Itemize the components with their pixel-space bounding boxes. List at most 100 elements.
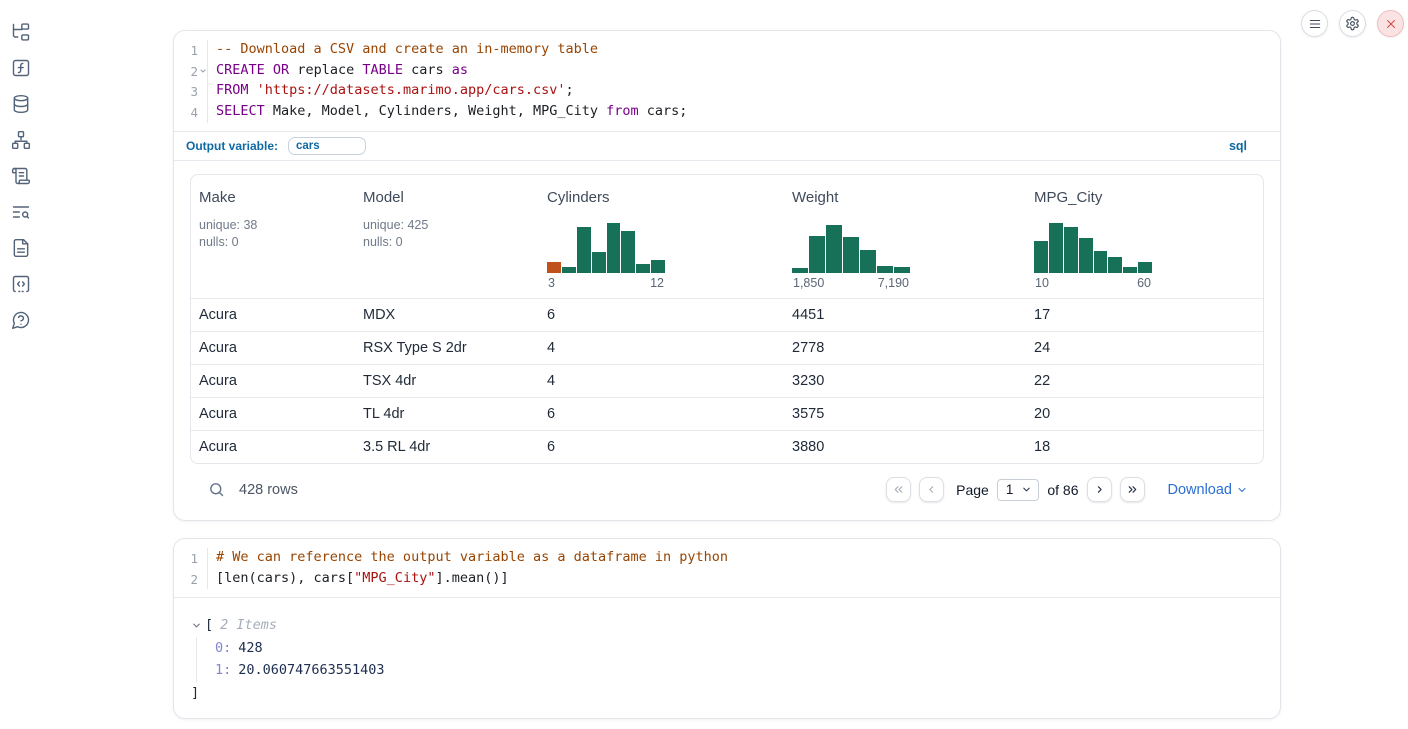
histogram-bar <box>1108 257 1122 273</box>
scroll-icon[interactable] <box>11 166 31 186</box>
output-variable-input[interactable] <box>288 137 366 155</box>
code-line[interactable]: 1 -- Download a CSV and create an in-memo… <box>174 40 1280 61</box>
table-row[interactable]: AcuraRSX Type S 2dr4277824 <box>191 331 1263 364</box>
next-page-button[interactable] <box>1087 477 1112 502</box>
code-line[interactable]: 2[len(cars), cars["MPG_City"].mean()] <box>174 569 1280 590</box>
table-cell: Acura <box>191 307 355 323</box>
column-unique-stat: unique: 38 <box>199 217 347 234</box>
chevrons-right-icon <box>1126 483 1139 496</box>
fold-gutter <box>198 548 207 569</box>
shutdown-button[interactable] <box>1377 10 1404 37</box>
cylinders-histogram: 312 <box>547 221 665 290</box>
code-line[interactable]: 2 CREATE OR replace TABLE cars as <box>174 61 1280 82</box>
page-total: of 86 <box>1047 482 1078 498</box>
histogram-bar <box>562 267 576 273</box>
table-header: Make unique: 38 nulls: 0 Model unique: 4… <box>191 175 1263 298</box>
table-cell: 3880 <box>784 439 1026 455</box>
pagination: Page 1 of 86 Download <box>886 477 1248 502</box>
histogram-bar <box>651 260 665 273</box>
histogram-bar <box>809 236 825 273</box>
line-number: 2 <box>174 61 198 82</box>
line-number: 1 <box>174 40 198 61</box>
database-icon[interactable] <box>11 94 31 114</box>
mpg-city-histogram: 10 60 <box>1034 221 1152 290</box>
fold-gutter <box>198 81 207 102</box>
column-header-model[interactable]: Model unique: 425 nulls: 0 <box>355 175 539 298</box>
gear-icon <box>1345 16 1360 31</box>
fold-chevron-icon[interactable] <box>198 61 207 82</box>
histogram-bar <box>826 225 842 273</box>
python-output: [ 2 Items 0:428 1:20.060747663551403 ] <box>174 597 1280 718</box>
column-header-make[interactable]: Make unique: 38 nulls: 0 <box>191 175 355 298</box>
python-cell: 1# We can reference the output variable … <box>173 538 1281 719</box>
table-row[interactable]: Acura3.5 RL 4dr6388018 <box>191 430 1263 463</box>
helper-panel-sidebar <box>0 0 42 729</box>
page-select[interactable]: 1 <box>997 479 1040 501</box>
code-text: CREATE OR replace TABLE cars as <box>207 61 1280 82</box>
histogram-bar <box>877 266 893 273</box>
table-cell: 2778 <box>784 340 1026 356</box>
function-square-icon[interactable] <box>11 58 31 78</box>
table-cell: 22 <box>1026 373 1263 389</box>
download-button[interactable]: Download <box>1168 482 1249 498</box>
fold-gutter <box>198 40 207 61</box>
column-header-cylinders[interactable]: Cylinders 312 <box>539 175 784 298</box>
help-icon[interactable] <box>11 310 31 330</box>
language-badge[interactable]: sql <box>1229 139 1247 153</box>
column-header-mpg-city[interactable]: MPG_City 1060 <box>1026 175 1263 298</box>
histogram-bar <box>1049 223 1063 273</box>
code-text: FROM 'https://datasets.marimo.app/cars.c… <box>207 81 1280 102</box>
table-row[interactable]: AcuraTL 4dr6357520 <box>191 397 1263 430</box>
file-tree-icon[interactable] <box>11 22 31 42</box>
chevrons-left-icon <box>892 483 905 496</box>
hist-max-label: 7,190 <box>878 276 909 290</box>
table-cell: 24 <box>1026 340 1263 356</box>
settings-button[interactable] <box>1339 10 1366 37</box>
table-cell: MDX <box>355 307 539 323</box>
dependency-graph-icon[interactable] <box>11 130 31 150</box>
document-icon[interactable] <box>11 238 31 258</box>
hist-min-label: 10 <box>1035 276 1049 290</box>
tree-items: 0:428 1:20.060747663551403 <box>196 637 1280 682</box>
table-cell: 20 <box>1026 406 1263 422</box>
table-cell: 4 <box>539 373 784 389</box>
hist-max-label: 60 <box>1137 276 1151 290</box>
table-cell: 3575 <box>784 406 1026 422</box>
prev-page-button[interactable] <box>919 477 944 502</box>
table-cell: 3.5 RL 4dr <box>355 439 539 455</box>
code-line[interactable]: 3FROM 'https://datasets.marimo.app/cars.… <box>174 81 1280 102</box>
histogram-bar <box>547 262 561 273</box>
histogram-bar <box>860 250 876 273</box>
python-code-editor[interactable]: 1# We can reference the output variable … <box>174 539 1280 597</box>
code-line[interactable]: 1# We can reference the output variable … <box>174 548 1280 569</box>
table-row[interactable]: AcuraTSX 4dr4323022 <box>191 364 1263 397</box>
data-table: Make unique: 38 nulls: 0 Model unique: 4… <box>190 174 1264 464</box>
column-header-weight[interactable]: Weight 1,8507,190 <box>784 175 1026 298</box>
page-label: Page <box>956 482 989 498</box>
text-search-icon[interactable] <box>11 202 31 222</box>
tree-value: 428 <box>238 640 262 656</box>
search-icon[interactable] <box>206 480 226 500</box>
table-cell: 6 <box>539 439 784 455</box>
menu-button[interactable] <box>1301 10 1328 37</box>
first-page-button[interactable] <box>886 477 911 502</box>
histogram-bar <box>1094 251 1108 273</box>
chevron-down-icon[interactable] <box>191 620 202 631</box>
sql-code-editor[interactable]: 1 -- Download a CSV and create an in-memo… <box>174 31 1280 131</box>
fold-gutter <box>198 102 207 123</box>
last-page-button[interactable] <box>1120 477 1145 502</box>
output-variable-row: Output variable: sql <box>174 131 1280 160</box>
table-cell: RSX Type S 2dr <box>355 340 539 356</box>
code-snippets-icon[interactable] <box>11 274 31 294</box>
table-footer: 428 rows Page 1 of 86 <box>190 468 1264 512</box>
table-row[interactable]: AcuraMDX6445117 <box>191 298 1263 331</box>
hist-min-label: 3 <box>548 276 555 290</box>
histogram-bar <box>843 237 859 273</box>
code-line[interactable]: 4SELECT Make, Model, Cylinders, Weight, … <box>174 102 1280 123</box>
histogram-bar <box>1064 227 1078 273</box>
code-text: -- Download a CSV and create an in-memor… <box>207 40 1280 61</box>
tree-key: 0: <box>215 640 231 656</box>
column-unique-stat: unique: 425 <box>363 217 531 234</box>
table-cell: 18 <box>1026 439 1263 455</box>
chevron-left-icon <box>925 483 938 496</box>
